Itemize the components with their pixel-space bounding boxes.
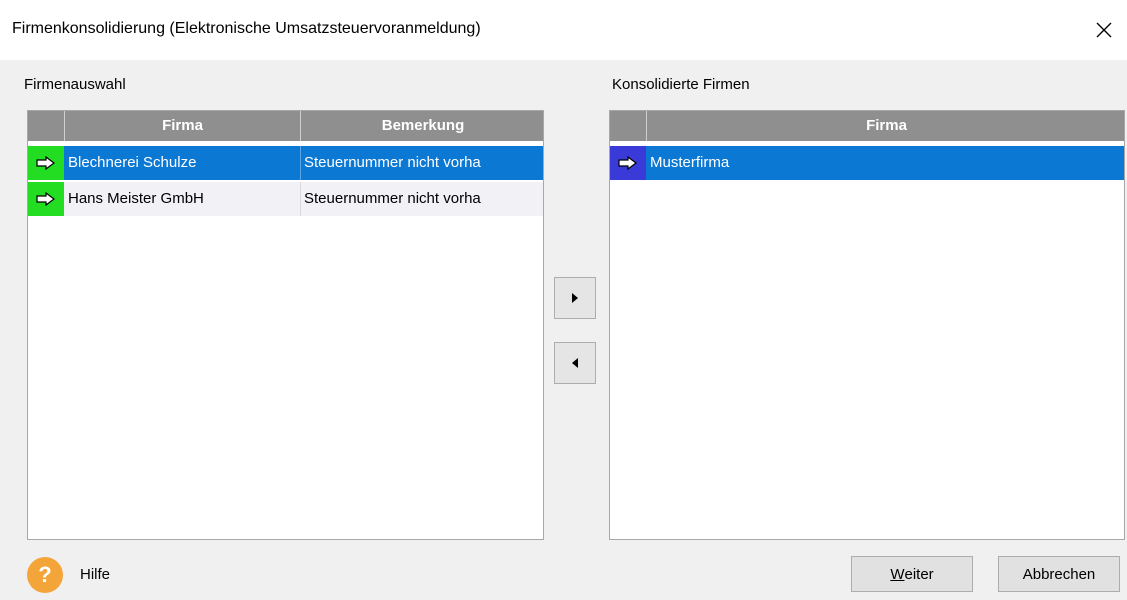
arrow-right-icon [618, 156, 637, 170]
help-icon[interactable]: ? [27, 557, 63, 593]
cell-firma: Blechnerei Schulze [68, 154, 197, 171]
cancel-button[interactable]: Abbrechen [998, 556, 1120, 592]
column-header-firma[interactable]: Firma [65, 111, 301, 141]
column-header-firma[interactable]: Firma [647, 111, 1124, 141]
triangle-right-icon [572, 293, 578, 303]
column-header-bemerkung[interactable]: Bemerkung [301, 111, 543, 141]
weiter-button[interactable]: Weiter [851, 556, 973, 592]
title-bar: Firmenkonsolidierung (Elektronische Umsa… [0, 0, 1127, 60]
table-row[interactable]: Musterfirma [610, 146, 1124, 180]
table-row[interactable]: Blechnerei Schulze Steuernummer nicht vo… [28, 146, 543, 180]
cell-firma: Hans Meister GmbH [68, 190, 204, 207]
add-to-consolidated-button[interactable] [554, 277, 596, 319]
row-indicator [28, 146, 64, 180]
arrow-right-icon [36, 192, 55, 206]
indicator-column-header [610, 111, 647, 141]
cell-divider [300, 182, 301, 216]
grid-header: Firma [610, 111, 1124, 141]
row-indicator [610, 146, 646, 180]
cell-bemerkung: Steuernummer nicht vorha [304, 190, 481, 207]
consolidated-companies-grid[interactable]: Firma Musterfirma [609, 110, 1125, 540]
cell-firma: Musterfirma [650, 154, 730, 171]
konsolidierte-firmen-label: Konsolidierte Firmen [612, 76, 750, 93]
indicator-column-header [28, 111, 65, 141]
close-button[interactable] [1081, 0, 1127, 60]
window-title: Firmenkonsolidierung (Elektronische Umsa… [12, 20, 481, 37]
table-row[interactable]: Hans Meister GmbH Steuernummer nicht vor… [28, 182, 543, 216]
weiter-mnemonic: W [890, 565, 905, 583]
weiter-label: eiter [904, 565, 934, 583]
cell-divider [300, 146, 301, 180]
remove-from-consolidated-button[interactable] [554, 342, 596, 384]
cell-bemerkung: Steuernummer nicht vorha [304, 154, 481, 171]
grid-header: Firma Bemerkung [28, 111, 543, 141]
arrow-right-icon [36, 156, 55, 170]
row-indicator [28, 182, 64, 216]
help-label[interactable]: Hilfe [80, 566, 110, 583]
close-icon [1096, 22, 1112, 38]
triangle-left-icon [572, 358, 578, 368]
firmenauswahl-label: Firmenauswahl [24, 76, 126, 93]
company-selection-grid[interactable]: Firma Bemerkung Blechnerei Schulze Steue… [27, 110, 544, 540]
